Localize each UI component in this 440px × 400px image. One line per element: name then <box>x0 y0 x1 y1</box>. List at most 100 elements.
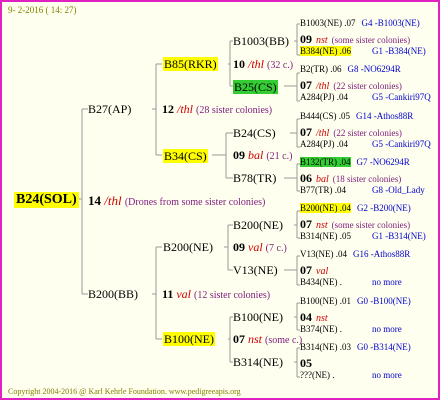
g4-number: 06 <box>300 171 312 185</box>
g1-tag: val <box>176 287 192 301</box>
g4-sire-line: B314(NE) .03 G0 -B314(NE) <box>300 343 411 352</box>
g4-tag: /thl <box>316 128 330 139</box>
root-info: 14 /thl (Drones from some sister colonie… <box>88 194 265 208</box>
g4-info-line: 07 val <box>300 264 332 277</box>
g4-note: (22 sister colonies) <box>333 128 402 138</box>
g4-dam-code: B314(NE) .05 <box>300 231 351 241</box>
g4-dam-code: B77(TR) .04 <box>300 185 346 195</box>
g1-note: (12 sister colonies) <box>194 290 271 301</box>
g4-tag: /thl <box>316 81 330 92</box>
g4-dam-line: B384(NE) .06 G1 -B384(NE) <box>300 46 426 56</box>
g4-number: 04 <box>300 310 312 324</box>
g2-queen: B34(CS) <box>163 149 208 163</box>
g4-info-line: 09 nst (some sister colonies) <box>300 33 410 46</box>
root-tag: /thl <box>104 193 122 208</box>
g4-sire-code: B200(NE) .04 <box>300 203 351 213</box>
g2-tag: nst <box>248 332 263 346</box>
g3-queen: B100(NE) <box>233 310 283 324</box>
g4-tag: nst <box>316 313 328 324</box>
g4-note: (22 sister colonies) <box>333 81 402 91</box>
g2-number: 09 <box>233 148 245 162</box>
g4-sire-code: B2(TR) .06 <box>300 64 342 74</box>
g1-number: 12 <box>162 102 174 116</box>
g3-queen: B314(NE) <box>233 355 283 369</box>
g1-queen: B27(AP) <box>88 102 132 116</box>
g4-number: 07 <box>300 217 312 231</box>
g4-dam-line: A284(PJ) .04 G5 -Cankiri97Q <box>300 139 431 149</box>
g4-tag: nst <box>316 35 328 46</box>
g4-number: 09 <box>300 32 312 46</box>
g4-sire-line: B2(TR) .06 G8 -NO6294R <box>300 65 401 74</box>
g4-note: (some sister colonies) <box>331 35 411 45</box>
g4-dam-origin: no more <box>372 324 402 334</box>
g4-tag: val <box>316 266 329 277</box>
g1-number: 11 <box>162 287 174 301</box>
g4-tag: bal <box>316 174 329 185</box>
g4-sire-code: B444(CS) .05 <box>300 111 351 121</box>
g4-dam-origin: G8 -Old_Lady <box>372 185 425 195</box>
g2-queen: B100(NE) <box>163 332 215 346</box>
g4-number: 07 <box>300 78 312 92</box>
g4-sire-origin: G2 -B200(NE) <box>357 203 411 213</box>
g2-tag: /thl <box>248 57 265 71</box>
g4-sire-line: B100(NE) .01 G0 -B100(NE) <box>300 297 411 306</box>
g4-sire-code: B100(NE) .01 <box>300 296 351 306</box>
g4-dam-origin: G5 -Cankiri97Q <box>372 139 431 149</box>
root-number: 14 <box>88 193 101 208</box>
g4-number: 07 <box>300 263 312 277</box>
g2-info: 09 bal (21 c.) <box>233 149 292 162</box>
g2-queen: B85(RKR) <box>163 57 218 71</box>
root-queen: B24(SOL) <box>14 192 79 208</box>
g4-sire-origin: G16 -Athos88R <box>353 249 411 259</box>
g4-dam-line: B374(NE) . no more <box>300 325 402 334</box>
g4-sire-line: B132(TR) .04 G7 -NO6294R <box>300 157 410 167</box>
g3-queen: B25(CS) <box>233 80 278 94</box>
g4-dam-code: A284(PJ) .04 <box>300 139 349 149</box>
g3-queen: B78(TR) <box>233 171 277 185</box>
g4-sire-origin: G0 -B100(NE) <box>357 296 411 306</box>
g4-info-line: 05 <box>300 357 320 370</box>
g4-info-line: 06 bal (18 sister colonies) <box>300 172 401 185</box>
footer-copyright: Copyright 2004-2016 @ Karl Kehrle Founda… <box>8 387 241 396</box>
g4-dam-origin: no more <box>372 370 402 380</box>
g4-tag: nst <box>316 220 328 231</box>
g2-number: 09 <box>233 240 245 254</box>
g4-sire-line: B200(NE) .04 G2 -B200(NE) <box>300 203 411 213</box>
g2-info: 07 nst (some c.) <box>233 333 302 346</box>
pedigree-chart: 9- 2-2016 ( 14: 27) B24(SOL) 14 /thl (Dr… <box>0 0 440 400</box>
g4-sire-line: B444(CS) .05 G14 -Athos88R <box>300 112 413 121</box>
g4-sire-code: B1003(NE) .07 <box>300 18 356 28</box>
g4-sire-code: B132(TR) .04 <box>300 157 351 167</box>
g4-dam-line: B434(NE) . no more <box>300 277 402 287</box>
g3-queen: B1003(BB) <box>233 34 290 48</box>
g1-queen: B200(BB) <box>88 287 139 301</box>
g4-dam-line: B314(NE) .05 G1 -B314(NE) <box>300 231 426 241</box>
g4-dam-origin: G1 -B384(NE) <box>372 46 426 56</box>
g4-info-line: 07 nst (some sister colonies) <box>300 218 410 231</box>
g4-dam-line: ???(NE) . no more <box>300 371 402 380</box>
g1-info: 12 /thl (28 sister colonies) <box>162 103 272 116</box>
g3-queen: B24(CS) <box>233 126 276 140</box>
g4-info-line: 04 nst <box>300 311 332 324</box>
g4-sire-origin: G8 -NO6294R <box>347 64 401 74</box>
g4-sire-origin: G7 -NO6294R <box>356 157 410 167</box>
g2-number: 07 <box>233 332 245 346</box>
g4-sire-origin: G4 -B1003(NE) <box>361 18 420 28</box>
g4-dam-line: A284(PJ) .04 G5 -Cankiri97Q <box>300 92 431 102</box>
g4-dam-code: B384(NE) .06 <box>300 46 351 56</box>
g4-info-line: 07/thl (22 sister colonies) <box>300 79 402 92</box>
g4-sire-code: V13(NE) .04 <box>300 249 347 259</box>
g2-note: (32 c.) <box>267 60 294 71</box>
g4-dam-code: A284(PJ) .04 <box>300 92 349 102</box>
g3-queen: B200(NE) <box>233 218 283 232</box>
g4-number: 05 <box>300 356 312 370</box>
g4-sire-line: V13(NE) .04 G16 -Athos88R <box>300 250 410 259</box>
g2-queen: B200(NE) <box>163 240 213 254</box>
g4-dam-code: B434(NE) . <box>300 277 342 287</box>
g1-note: (28 sister colonies) <box>196 105 273 116</box>
g4-dam-line: B77(TR) .04 G8 -Old_Lady <box>300 185 425 195</box>
g1-tag: /thl <box>177 102 194 116</box>
g4-sire-origin: G0 -B314(NE) <box>357 342 411 352</box>
generated-date: 9- 2-2016 ( 14: 27) <box>8 5 77 15</box>
g4-info-line: 07/thl (22 sister colonies) <box>300 126 402 139</box>
